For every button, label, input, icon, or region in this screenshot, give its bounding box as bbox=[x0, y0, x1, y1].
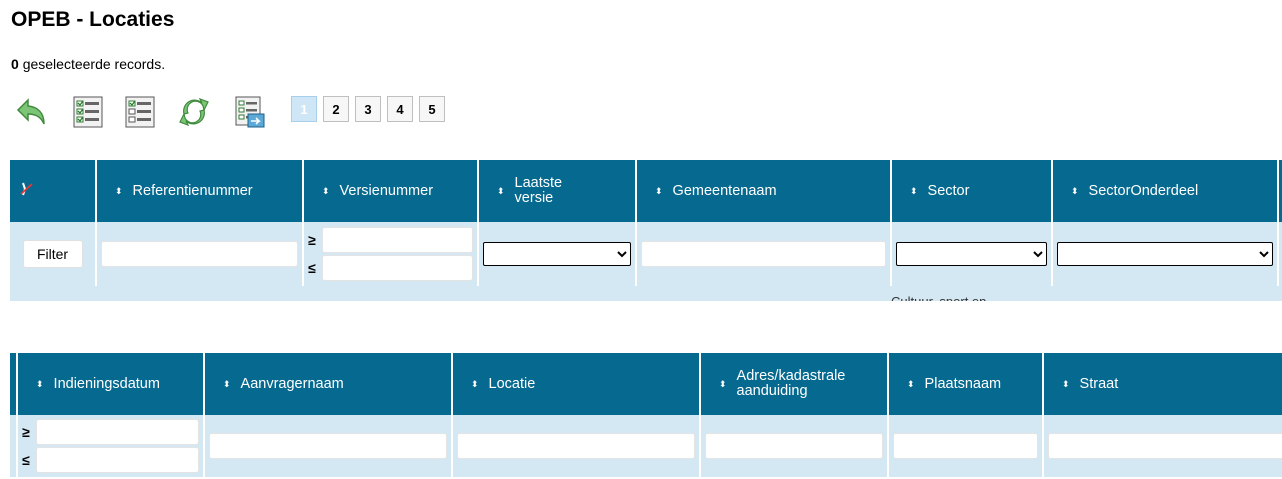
sort-icon[interactable]: ⬍ bbox=[1071, 184, 1079, 199]
column-header-plaatsnaam[interactable]: ⬍ Plaatsnaam bbox=[889, 353, 1044, 415]
indieningsdatum-min-input[interactable] bbox=[36, 419, 199, 445]
filter-cell-plaatsnaam bbox=[889, 415, 1044, 477]
versienummer-min-input[interactable] bbox=[322, 227, 473, 253]
versienummer-max-input[interactable] bbox=[322, 255, 473, 281]
page-button-5[interactable]: 5 bbox=[419, 96, 445, 122]
page-button-1[interactable]: 1 bbox=[291, 96, 317, 122]
less-equal-label: ≤ bbox=[308, 260, 316, 276]
filter-cell-adres bbox=[701, 415, 889, 477]
column-header-gemeentenaam[interactable]: ⬍ Gemeentenaam bbox=[637, 160, 892, 222]
filter-cell-sectoronderdeel bbox=[1053, 222, 1279, 286]
column-header-prev bbox=[10, 353, 18, 415]
filter-cell: Filter bbox=[10, 222, 97, 286]
filter-cell-aanvragernaam bbox=[205, 415, 453, 477]
aanvragernaam-filter-input[interactable] bbox=[209, 433, 447, 459]
filter-cell-indieningsdatum: ≥ ≤ bbox=[18, 415, 205, 477]
sort-icon[interactable]: ⬍ bbox=[719, 377, 727, 392]
less-equal-label: ≤ bbox=[22, 452, 30, 468]
sectoronderdeel-select[interactable] bbox=[1057, 242, 1273, 266]
column-header-versienummer[interactable]: ⬍ Versienummer bbox=[304, 160, 479, 222]
adres-filter-input[interactable] bbox=[705, 433, 883, 459]
locatie-filter-input[interactable] bbox=[457, 433, 695, 459]
greater-equal-label: ≥ bbox=[308, 232, 316, 248]
results-table-right: ⬍ Indieningsdatum ⬍ Aanvragernaam ⬍ Locatie… bbox=[10, 353, 1282, 479]
filter-cell-locatie bbox=[453, 415, 701, 477]
column-header-locatie[interactable]: ⬍ Locatie bbox=[453, 353, 701, 415]
laatste-versie-select[interactable] bbox=[483, 242, 631, 266]
filter-cell-versienummer: ≥ ≤ bbox=[304, 222, 479, 286]
column-toggle-header[interactable] bbox=[10, 160, 97, 222]
filter-cell-sector bbox=[892, 222, 1053, 286]
sort-icon[interactable]: ⬍ bbox=[907, 377, 915, 392]
sort-icon[interactable]: ⬍ bbox=[910, 184, 918, 199]
page-button-3[interactable]: 3 bbox=[355, 96, 381, 122]
filter-cell-gemeentenaam bbox=[637, 222, 892, 286]
column-header-indieningsdatum[interactable]: ⬍ Indieningsdatum bbox=[18, 353, 205, 415]
sector-cell-value: Cultuur, sport en bbox=[891, 295, 986, 301]
filter-button[interactable]: Filter bbox=[22, 240, 83, 268]
column-header-sector[interactable]: ⬍ Sector bbox=[892, 160, 1053, 222]
sort-icon[interactable]: ⬍ bbox=[471, 377, 479, 392]
sort-icon[interactable]: ⬍ bbox=[322, 184, 330, 199]
checklist-icon[interactable] bbox=[70, 94, 106, 130]
column-header-adres[interactable]: ⬍ Adres/kadastrale aanduiding bbox=[701, 353, 889, 415]
export-list-icon[interactable] bbox=[232, 94, 268, 130]
greater-equal-label: ≥ bbox=[22, 424, 30, 440]
filter-cell-referentienummer bbox=[97, 222, 304, 286]
sort-icon[interactable]: ⬍ bbox=[655, 184, 663, 199]
gemeentenaam-filter-input[interactable] bbox=[641, 241, 886, 267]
column-header-aanvragernaam[interactable]: ⬍ Aanvragernaam bbox=[205, 353, 453, 415]
sort-icon[interactable]: ⬍ bbox=[115, 184, 123, 199]
column-toggle-icon[interactable] bbox=[20, 181, 34, 197]
sort-icon[interactable]: ⬍ bbox=[1062, 377, 1070, 392]
record-count-value: 0 bbox=[11, 56, 19, 72]
sort-icon[interactable]: ⬍ bbox=[36, 377, 44, 392]
refresh-icon[interactable] bbox=[176, 94, 212, 130]
filter-cell-straat bbox=[1044, 415, 1282, 477]
indieningsdatum-max-input[interactable] bbox=[36, 447, 199, 473]
results-table-left: ⬍ Referentienummer ⬍ Versienummer ⬍ Laatste… bbox=[10, 160, 1282, 301]
page-button-2[interactable]: 2 bbox=[323, 96, 349, 122]
column-header-referentienummer[interactable]: ⬍ Referentienummer bbox=[97, 160, 304, 222]
sort-icon[interactable]: ⬍ bbox=[223, 377, 231, 392]
column-header-sectoronderdeel[interactable]: ⬍ SectorOnderdeel bbox=[1053, 160, 1279, 222]
undo-arrow-icon[interactable] bbox=[14, 94, 50, 130]
referentienummer-filter-input[interactable] bbox=[101, 241, 298, 267]
filter-cell-prev bbox=[10, 415, 18, 477]
page-title: OPEB - Locaties bbox=[11, 8, 175, 31]
sort-icon[interactable]: ⬍ bbox=[497, 184, 505, 199]
column-header-straat[interactable]: ⬍ Straat bbox=[1044, 353, 1282, 415]
table-row[interactable]: Cultuur, sport en bbox=[10, 286, 1282, 301]
record-count: 0 geselecteerde records. bbox=[11, 56, 165, 72]
straat-filter-input[interactable] bbox=[1048, 433, 1282, 459]
pagination: 1 2 3 4 5 bbox=[291, 96, 445, 122]
page-button-4[interactable]: 4 bbox=[387, 96, 413, 122]
record-count-label: geselecteerde records. bbox=[22, 56, 166, 72]
plaatsnaam-filter-input[interactable] bbox=[893, 433, 1038, 459]
sector-select[interactable] bbox=[896, 242, 1047, 266]
filter-cell-laatste-versie bbox=[479, 222, 637, 286]
checklist-icon[interactable] bbox=[122, 94, 158, 130]
column-header-laatste-versie[interactable]: ⬍ Laatste versie bbox=[479, 160, 637, 222]
